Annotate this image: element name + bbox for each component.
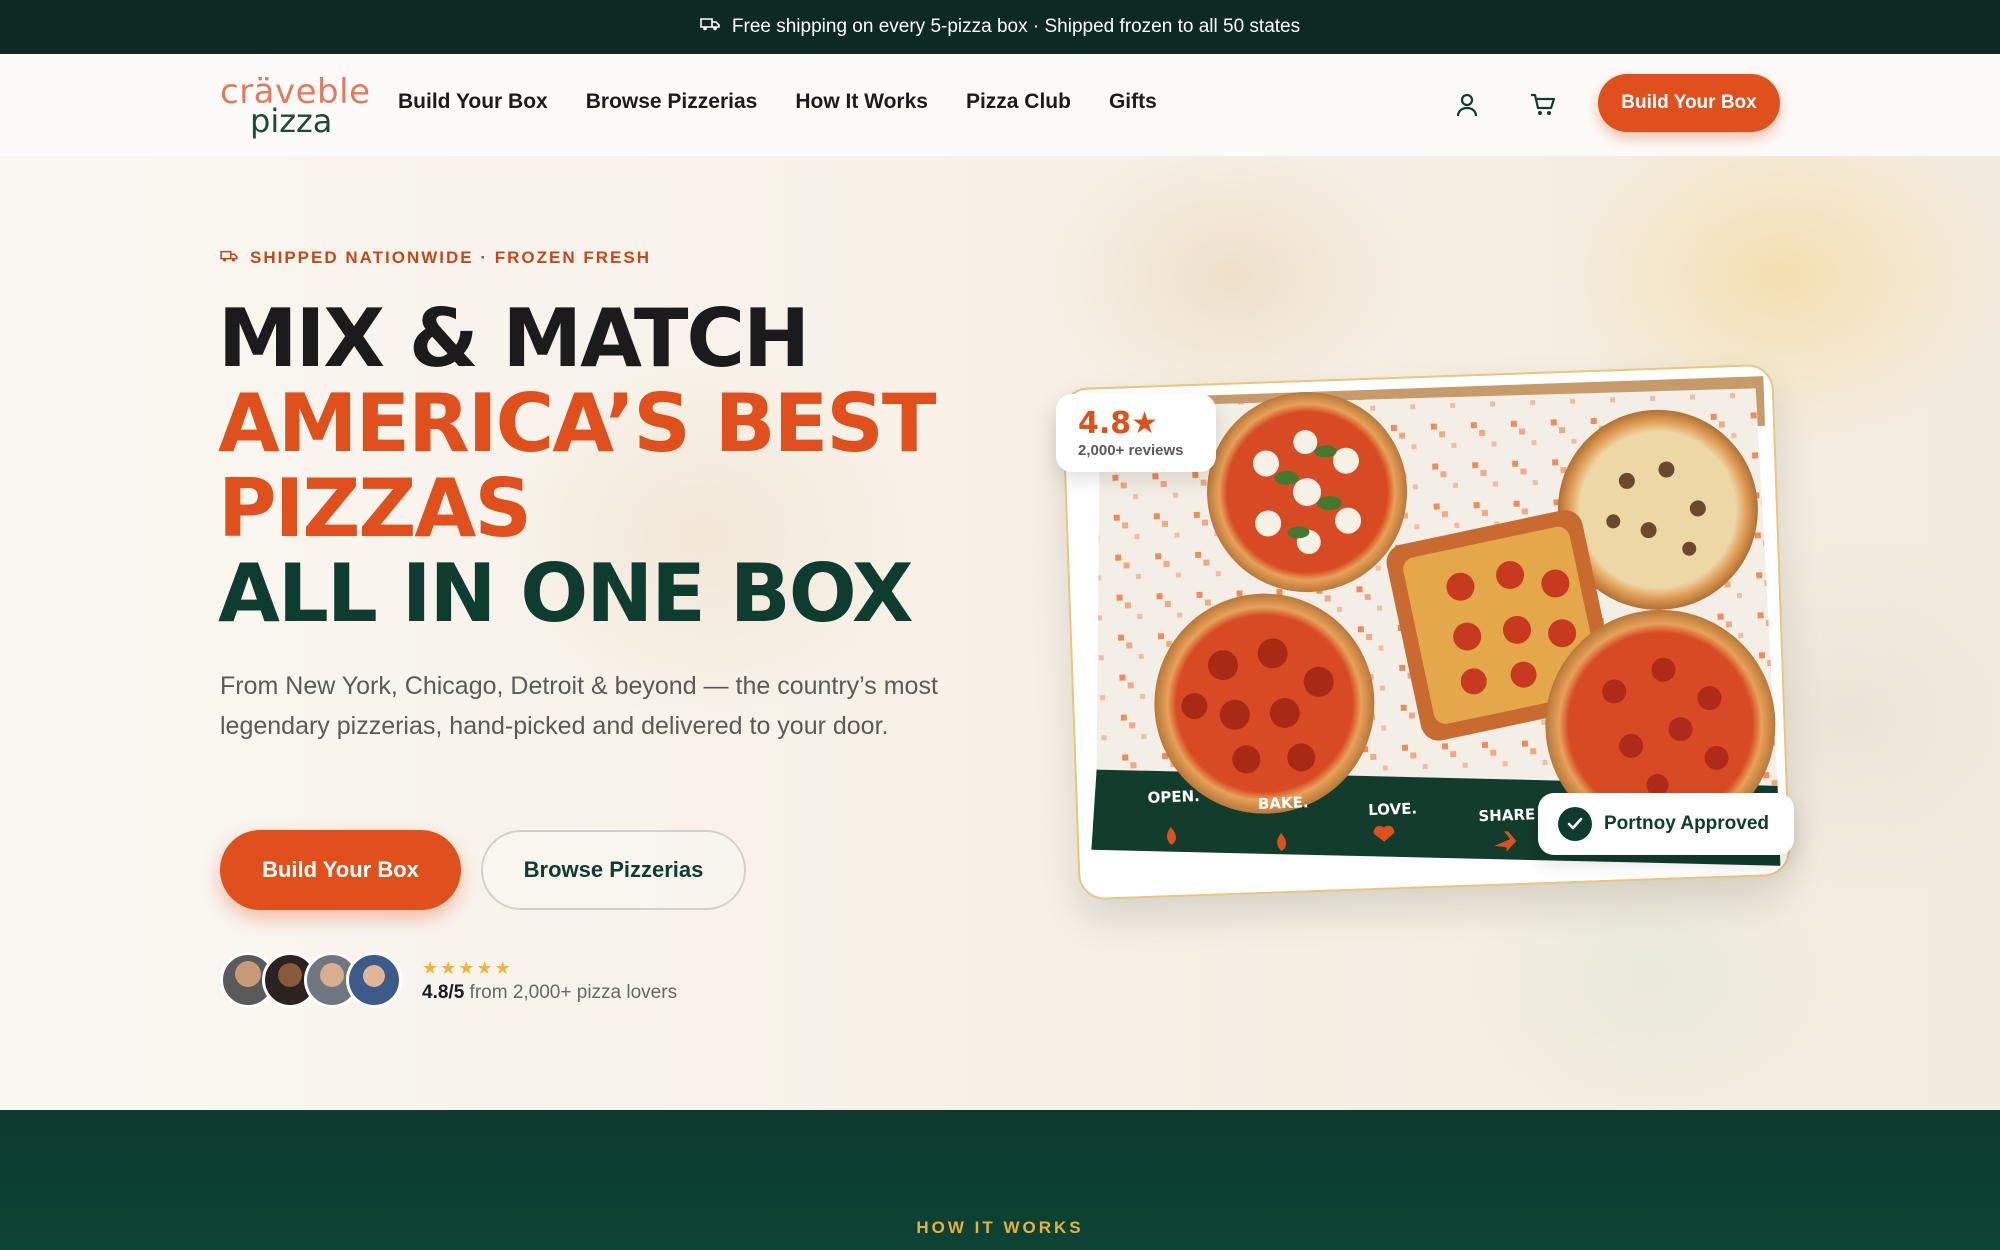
nav-how-it-works[interactable]: How It Works	[795, 90, 928, 114]
box-slogan-share: SHARE	[1478, 805, 1535, 825]
hero-eyebrow: SHIPPED NATIONWIDE · FROZEN FRESH	[220, 248, 651, 268]
rating-stars: ★★★★★	[422, 958, 513, 978]
rating-badge-sub: 2,000+ reviews	[1078, 442, 1184, 459]
check-icon	[1558, 807, 1592, 841]
approved-badge: Portnoy Approved	[1538, 793, 1794, 855]
announcement-text: Free shipping on every 5-pizza box · Shi…	[731, 16, 1301, 37]
rating-badge-value: 4.8★	[1078, 406, 1159, 441]
box-slogan-open: OPEN.	[1147, 787, 1200, 807]
site-header: cräveble pizza Build Your Box Browse Piz…	[0, 54, 2000, 156]
logo[interactable]: cräveble pizza	[220, 72, 370, 140]
headline-line1: MIX & MATCH	[218, 292, 810, 385]
box-slogan-love: LOVE.	[1368, 799, 1418, 819]
announcement-bar: Free shipping on every 5-pizza box · Shi…	[0, 0, 2000, 54]
customer-avatars	[220, 952, 404, 1008]
headline-line2: AMERICA’S BEST	[218, 377, 936, 470]
rating-badge: 4.8★ 2,000+ reviews	[1056, 394, 1216, 472]
nav-gifts[interactable]: Gifts	[1109, 90, 1157, 114]
build-your-box-button[interactable]: Build Your Box	[220, 830, 461, 910]
headline-line4: ALL IN ONE BOX	[218, 547, 914, 640]
rating-summary: 4.8/5 from 2,000+ pizza lovers	[422, 982, 677, 1004]
truck-icon	[700, 16, 720, 38]
nav-build-your-box[interactable]: Build Your Box	[398, 90, 548, 114]
box-slogan-bake: BAKE.	[1258, 793, 1309, 813]
header-build-box-button[interactable]: Build Your Box	[1598, 74, 1780, 132]
main-nav: Build Your Box Browse Pizzerias How It W…	[398, 90, 1157, 114]
how-it-works-label: HOW IT WORKS	[916, 1218, 1084, 1237]
hero-headline: MIX & MATCH AMERICA’S BEST PIZZAS ALL IN…	[218, 292, 936, 640]
avatar	[346, 952, 402, 1008]
nav-browse-pizzerias[interactable]: Browse Pizzerias	[586, 90, 758, 114]
truck-icon	[220, 248, 238, 268]
account-icon[interactable]	[1450, 88, 1484, 122]
eyebrow-text: SHIPPED NATIONWIDE · FROZEN FRESH	[250, 248, 651, 267]
hero-section: SHIPPED NATIONWIDE · FROZEN FRESH MIX & …	[0, 156, 2000, 1110]
nav-pizza-club[interactable]: Pizza Club	[966, 90, 1071, 114]
cart-icon[interactable]	[1526, 88, 1560, 122]
approved-badge-text: Portnoy Approved	[1604, 813, 1770, 834]
rating-value: 4.8/5	[422, 982, 465, 1003]
browse-pizzerias-button[interactable]: Browse Pizzerias	[481, 830, 746, 910]
hero-subcopy: From New York, Chicago, Detroit & beyond…	[220, 672, 938, 740]
rating-suffix: from 2,000+ pizza lovers	[469, 982, 678, 1003]
headline-line3: PIZZAS	[218, 462, 532, 555]
logo-line2: pizza	[250, 102, 333, 140]
how-it-works-section: HOW IT WORKS	[0, 1110, 2000, 1250]
